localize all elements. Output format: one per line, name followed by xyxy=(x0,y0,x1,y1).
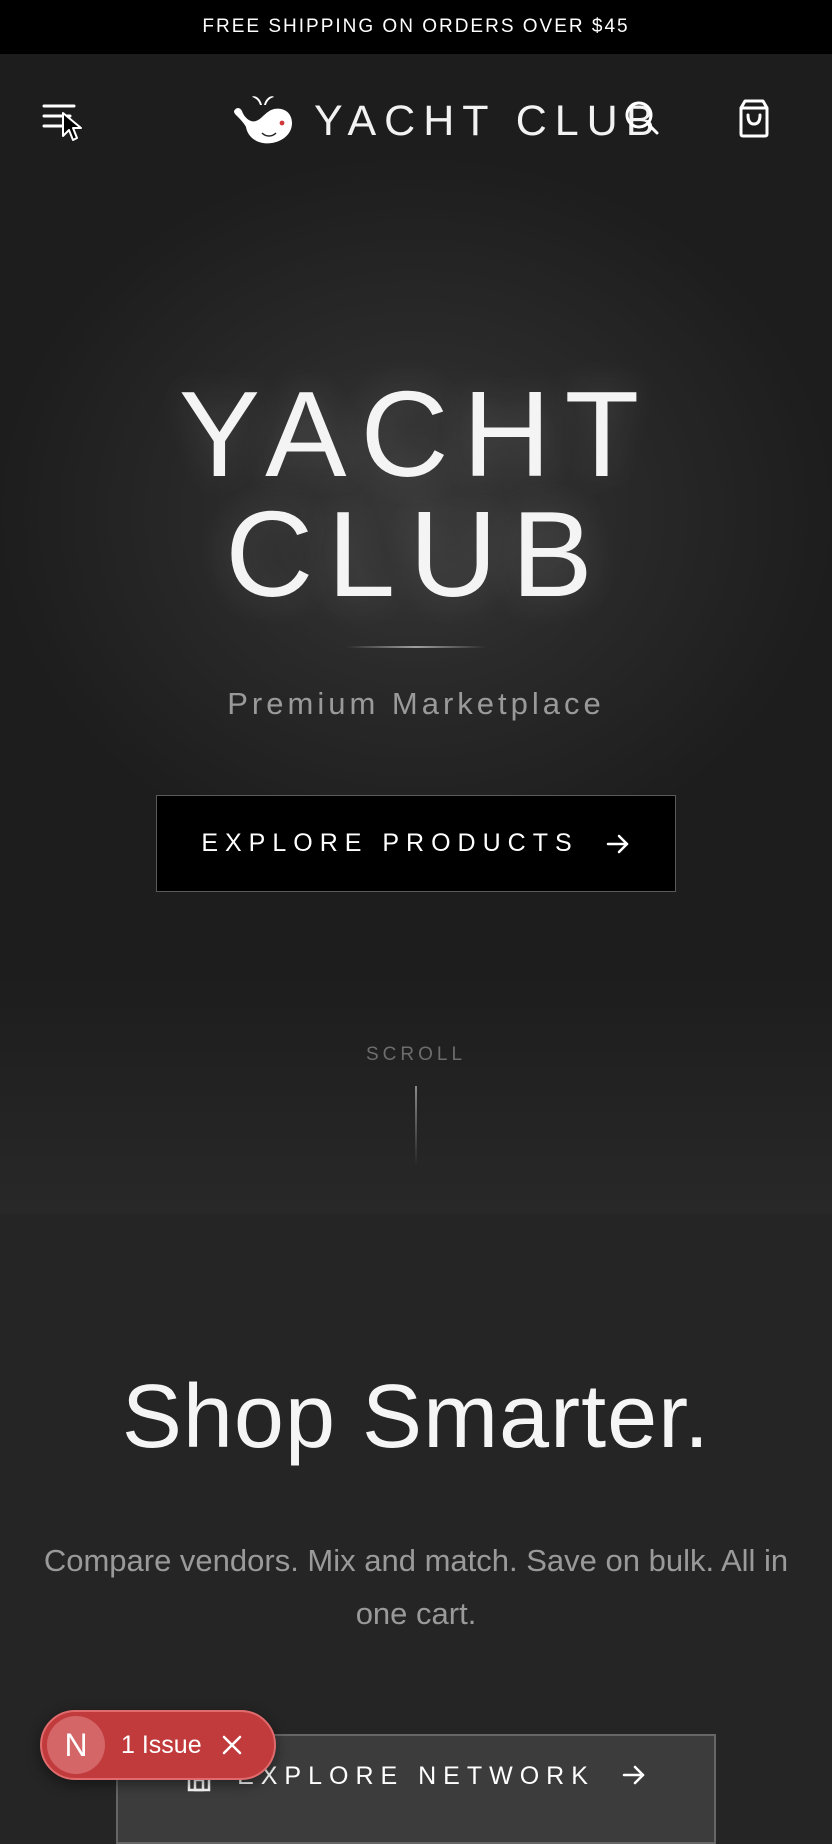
issues-count-label: 1 Issue xyxy=(121,1730,202,1759)
search-icon xyxy=(625,101,659,135)
explore-products-label: EXPLORE PRODUCTS xyxy=(201,829,579,857)
whale-icon xyxy=(234,96,292,144)
scroll-indicator-label: SCROLL xyxy=(365,1044,467,1065)
nextjs-logo-icon: N xyxy=(47,1716,105,1774)
hero-title: YACHT CLUB xyxy=(0,366,832,622)
section-text: Compare vendors. Mix and match. Save on … xyxy=(43,1543,789,1631)
cursor-pointer-icon xyxy=(62,112,82,141)
shopping-bag-icon xyxy=(739,99,769,138)
arrow-right-icon xyxy=(606,834,628,853)
hero-title-line-1: YACHT xyxy=(178,366,654,502)
hero-divider xyxy=(346,646,486,648)
explore-products-button[interactable]: EXPLORE PRODUCTS xyxy=(156,795,676,892)
promo-bar: FREE SHIPPING ON ORDERS OVER $45 xyxy=(0,0,832,54)
close-icon[interactable] xyxy=(220,1733,244,1757)
explore-network-label: EXPLORE NETWORK xyxy=(237,1762,595,1790)
promo-text: FREE SHIPPING ON ORDERS OVER $45 xyxy=(202,16,630,37)
cart-button[interactable] xyxy=(734,96,774,140)
menu-button[interactable] xyxy=(40,96,92,148)
hero-subtitle: Premium Marketplace xyxy=(227,686,605,721)
hero-title-line-2: CLUB xyxy=(225,486,607,622)
arrow-right-icon xyxy=(622,1765,645,1785)
search-button[interactable] xyxy=(622,98,662,138)
brand-name: YACHT CLUB xyxy=(314,96,663,145)
dev-issues-badge[interactable]: N 1 Issue xyxy=(40,1710,276,1780)
logo-link[interactable]: YACHT CLUB xyxy=(232,90,662,152)
scroll-indicator-line xyxy=(415,1086,417,1166)
site-header: YACHT CLUB xyxy=(0,54,832,182)
section-title: Shop Smarter. xyxy=(121,1367,711,1467)
hero-section: YACHT CLUB YACHT CLUB Premium Marketplac… xyxy=(0,54,832,1214)
